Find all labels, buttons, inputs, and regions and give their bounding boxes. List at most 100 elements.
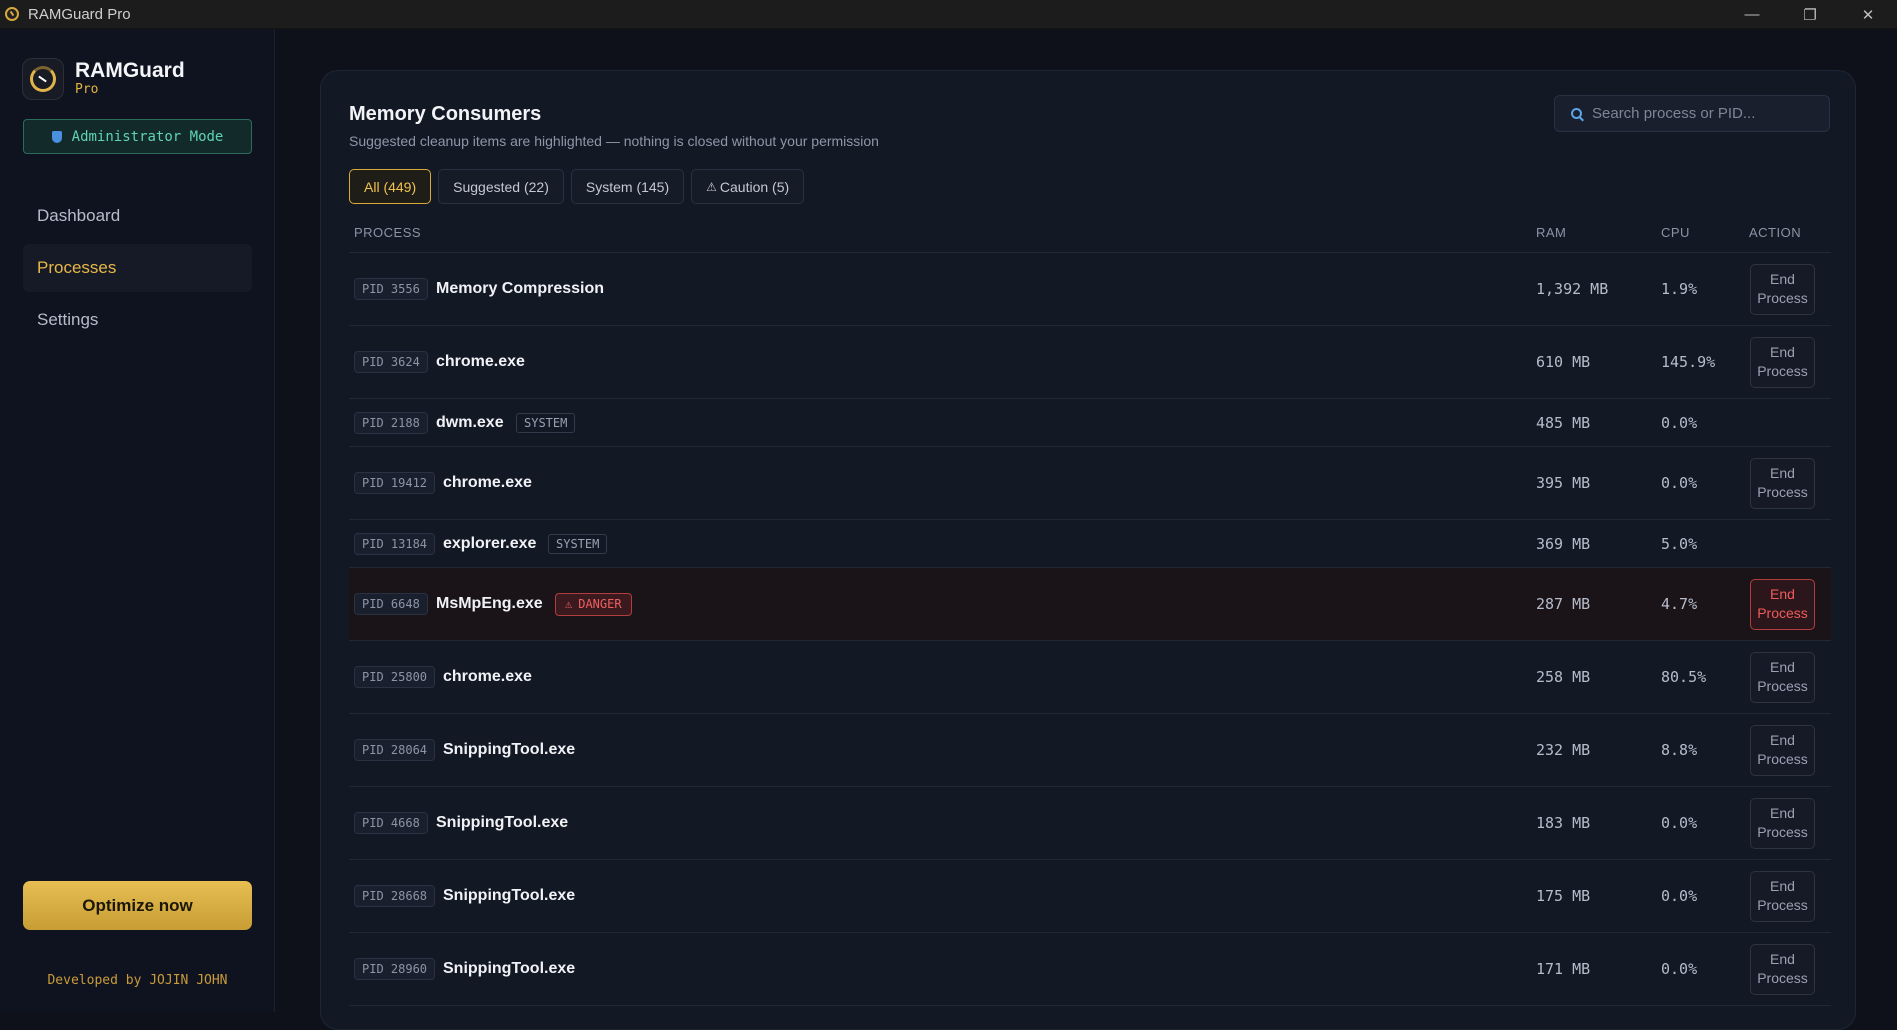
pid-badge: PID 3556 — [354, 278, 428, 300]
ram-value: 171 MB — [1536, 960, 1591, 978]
table-row[interactable]: PID 28064 SnippingTool.exe 232 MB 8.8% End Pr… — [349, 714, 1831, 787]
admin-mode-badge: Administrator Mode — [23, 119, 252, 154]
system-tag: SYSTEM — [516, 412, 576, 433]
filter-system[interactable]: System (145) — [570, 169, 685, 204]
table-row[interactable]: PID 4668 SnippingTool.exe 183 MB 0.0% End Pro… — [349, 787, 1831, 860]
cpu-value: 8.8% — [1661, 741, 1698, 759]
table-row[interactable]: PID 25800 chrome.exe 258 MB 80.5% End Process — [349, 641, 1831, 714]
sidebar-nav: Dashboard Processes Settings — [23, 192, 252, 348]
end-process-label: End — [1770, 878, 1795, 894]
ram-value: 175 MB — [1536, 887, 1591, 905]
end-process-button[interactable]: End Process — [1750, 651, 1815, 703]
ram-value: 485 MB — [1536, 413, 1591, 432]
warning-icon: ⚠ — [706, 179, 717, 194]
filter-all[interactable]: All (449) — [349, 169, 432, 204]
process-name: SnippingTool.exe — [436, 814, 569, 831]
filter-caution[interactable]: ⚠ Caution (5) — [691, 169, 805, 204]
cpu-value: 0.0% — [1661, 887, 1698, 905]
pid-badge: PID 2188 — [354, 411, 428, 434]
danger-tag: ⚠ DANGER — [555, 592, 632, 616]
window-controls: — ❐ ✕ — [1723, 0, 1897, 29]
filter-caution-label: Caution (5) — [719, 178, 790, 195]
table-header: PROCESS RAM CPU ACTION — [349, 203, 1831, 253]
pid-badge: PID 28668 — [354, 885, 436, 907]
cpu-value: 145.9% — [1661, 353, 1716, 371]
danger-tag-label: DANGER — [578, 597, 622, 611]
cpu-value: 5.0% — [1661, 534, 1698, 553]
maximize-button[interactable]: ❐ — [1781, 0, 1839, 29]
close-button[interactable]: ✕ — [1839, 0, 1897, 29]
column-ram: RAM — [1536, 225, 1567, 240]
end-process-button[interactable]: End Process — [1750, 263, 1815, 315]
table-row[interactable]: PID 28668 SnippingTool.exe 175 MB 0.0% End Pr… — [349, 860, 1831, 933]
ram-value: 610 MB — [1536, 353, 1591, 371]
end-process-button[interactable]: End Process — [1750, 724, 1815, 776]
ram-value: 183 MB — [1536, 814, 1591, 832]
pid-badge: PID 28960 — [354, 958, 436, 980]
process-name: MsMpEng.exe — [436, 595, 543, 612]
window-title: RAMGuard Pro — [28, 5, 131, 23]
cpu-value: 80.5% — [1661, 668, 1707, 686]
minimize-button[interactable]: — — [1723, 0, 1781, 29]
filter-tabs: All (449) Suggested (22) System (145) ⚠ … — [349, 169, 811, 204]
memory-consumers-panel: Memory Consumers Suggested cleanup items… — [320, 70, 1856, 1030]
sidebar-item-settings[interactable]: Settings — [23, 296, 252, 344]
table-row[interactable]: PID 19412 chrome.exe 395 MB 0.0% End Process — [349, 447, 1831, 520]
system-tag: SYSTEM — [548, 533, 608, 554]
table-row[interactable]: PID 3624 chrome.exe 610 MB 145.9% End Process — [349, 326, 1831, 399]
process-table: PROCESS RAM CPU ACTION PID 3556 Memory Co… — [349, 203, 1831, 1006]
ram-value: 1,392 MB — [1536, 280, 1609, 298]
ram-value: 395 MB — [1536, 474, 1591, 492]
table-row[interactable]: PID 28960 SnippingTool.exe 171 MB 0.0% End Pr… — [349, 933, 1831, 1006]
brand: RAMGuard Pro — [22, 58, 185, 100]
table-row[interactable]: PID 3556 Memory Compression 1,392 MB 1.9% En… — [349, 253, 1831, 326]
cpu-value: 1.9% — [1661, 280, 1698, 298]
end-process-label: Process — [1757, 751, 1808, 767]
end-process-label: End — [1770, 271, 1795, 287]
table-row[interactable]: PID 2188 dwm.exe SYSTEM 485 MB 0.0% — [349, 399, 1831, 447]
process-name: chrome.exe — [443, 474, 532, 491]
end-process-button[interactable]: End Process — [1750, 578, 1815, 630]
cpu-value: 0.0% — [1661, 474, 1698, 492]
process-name: SnippingTool.exe — [443, 741, 576, 758]
process-name: chrome.exe — [443, 668, 532, 685]
end-process-button[interactable]: End Process — [1750, 870, 1815, 922]
optimize-now-button[interactable]: Optimize now — [23, 881, 252, 930]
sidebar-item-processes[interactable]: Processes — [23, 244, 252, 292]
search-box[interactable] — [1554, 95, 1830, 132]
search-input[interactable] — [1592, 105, 1822, 122]
brand-name: RAMGuard — [75, 59, 185, 82]
filter-suggested[interactable]: Suggested (22) — [438, 169, 564, 204]
end-process-button[interactable]: End Process — [1750, 797, 1815, 849]
end-process-button[interactable]: End Process — [1750, 943, 1815, 995]
pid-badge: PID 6648 — [354, 593, 428, 615]
end-process-label: End — [1770, 659, 1795, 675]
page-title: Memory Consumers — [349, 103, 542, 125]
process-name: SnippingTool.exe — [443, 960, 576, 977]
warning-icon: ⚠ — [565, 597, 573, 611]
cpu-value: 0.0% — [1661, 814, 1698, 832]
title-bar: RAMGuard Pro — ❐ ✕ — [0, 0, 1897, 29]
pid-badge: PID 4668 — [354, 812, 428, 834]
end-process-label: End — [1770, 732, 1795, 748]
end-process-label: Process — [1757, 605, 1808, 621]
end-process-button[interactable]: End Process — [1750, 457, 1815, 509]
sidebar-item-dashboard[interactable]: Dashboard — [23, 192, 252, 240]
table-row[interactable]: PID 6648 MsMpEng.exe ⚠ DANGER 287 MB 4.7% End P… — [349, 568, 1831, 641]
developer-credit: Developed by JOJIN JOHN — [47, 973, 228, 988]
end-process-label: Process — [1757, 678, 1808, 694]
column-action: ACTION — [1749, 225, 1802, 240]
end-process-label: End — [1770, 344, 1795, 360]
end-process-button[interactable]: End Process — [1750, 336, 1815, 388]
pid-badge: PID 3624 — [354, 351, 428, 373]
process-name: dwm.exe — [436, 413, 504, 431]
table-row[interactable]: PID 13184 explorer.exe SYSTEM 369 MB 5.0% — [349, 520, 1831, 568]
process-name: Memory Compression — [436, 280, 605, 297]
cpu-value: 0.0% — [1661, 413, 1698, 432]
end-process-label: Process — [1757, 970, 1808, 986]
gauge-icon — [22, 58, 64, 100]
ram-value: 232 MB — [1536, 741, 1591, 759]
end-process-label: Process — [1757, 897, 1808, 913]
pid-badge: PID 28064 — [354, 739, 436, 761]
search-icon — [1571, 108, 1582, 119]
